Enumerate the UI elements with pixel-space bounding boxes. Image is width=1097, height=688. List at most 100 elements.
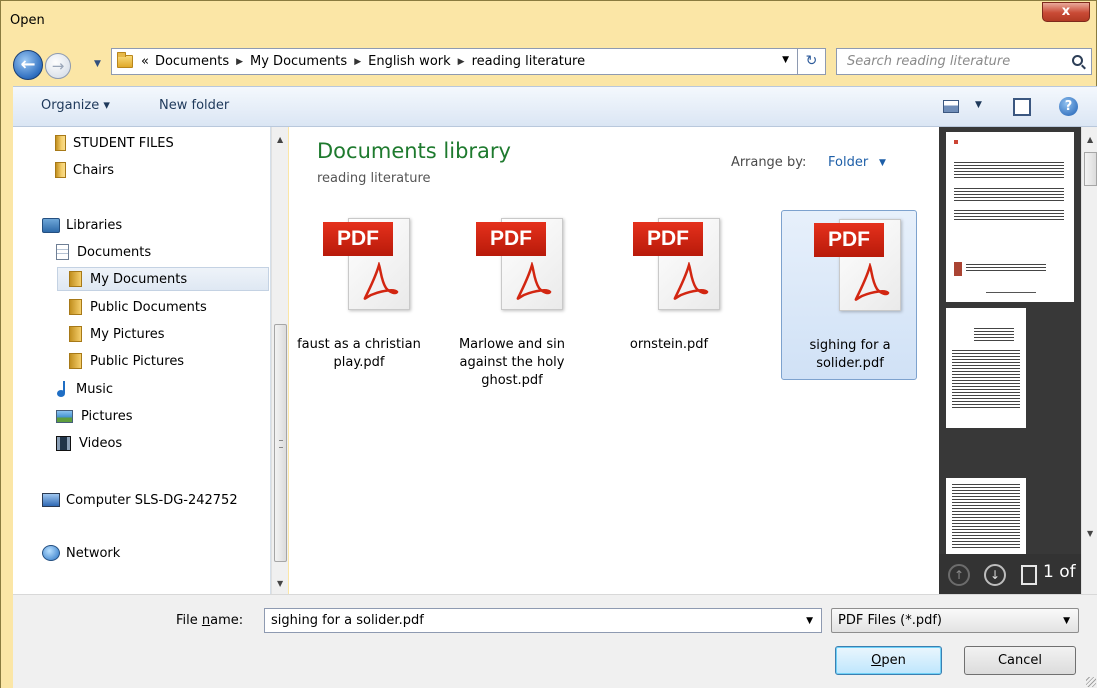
search-input[interactable]: Search reading literature xyxy=(836,48,1092,75)
scroll-up-arrow-icon[interactable]: ▲ xyxy=(1087,135,1093,144)
file-item-selected[interactable]: PDF sighing for a solider.pdf xyxy=(781,210,917,380)
network-icon xyxy=(42,545,60,561)
scroll-thumb[interactable] xyxy=(274,324,287,562)
pdf-badge: PDF xyxy=(476,222,546,256)
library-title: Documents library xyxy=(317,139,511,163)
nav-item-label: Music xyxy=(76,381,113,397)
nav-item-label: Pictures xyxy=(81,408,133,424)
breadcrumb-separator[interactable]: ▶ xyxy=(236,57,243,67)
scroll-down-arrow-icon[interactable]: ▼ xyxy=(277,579,283,588)
cancel-button[interactable]: Cancel xyxy=(964,646,1076,675)
next-page-icon[interactable]: ↓ xyxy=(984,564,1006,586)
pdf-badge: PDF xyxy=(323,222,393,256)
refresh-button[interactable]: ↻ xyxy=(798,48,826,75)
nav-item-student-files[interactable]: STUDENT FILES xyxy=(55,131,174,155)
folder-icon xyxy=(117,52,133,68)
breadcrumb-english-work[interactable]: English work xyxy=(368,54,451,69)
acrobat-icon xyxy=(854,263,890,301)
back-button[interactable]: ← xyxy=(13,50,43,80)
arrange-by-dropdown[interactable]: Folder xyxy=(828,155,868,170)
breadcrumb-reading-literature[interactable]: reading literature xyxy=(472,54,586,69)
close-button[interactable]: x xyxy=(1042,2,1090,22)
chevron-down-icon[interactable]: ▼ xyxy=(806,616,813,626)
preview-text-block xyxy=(974,328,1014,342)
pdf-file-icon: PDF xyxy=(814,219,904,319)
help-icon[interactable]: ? xyxy=(1059,97,1078,116)
scroll-down-arrow-icon[interactable]: ▼ xyxy=(1087,529,1093,538)
file-item[interactable]: PDF Marlowe and sin against the holy gho… xyxy=(444,210,580,388)
nav-item-my-documents[interactable]: My Documents xyxy=(57,267,269,291)
nav-item-libraries[interactable]: Libraries xyxy=(42,213,122,237)
file-item[interactable]: PDF faust as a christian play.pdf xyxy=(291,210,427,380)
preview-footer xyxy=(986,292,1036,293)
views-dropdown-icon[interactable]: ▼ xyxy=(975,100,982,110)
nav-item-music[interactable]: Music xyxy=(56,377,113,401)
nav-item-chairs[interactable]: Chairs xyxy=(55,158,114,182)
breadcrumb-overflow[interactable]: « xyxy=(141,54,149,69)
pdf-file-icon: PDF xyxy=(323,218,413,318)
file-name: sighing for a solider.pdf xyxy=(809,338,891,371)
scroll-thumb[interactable] xyxy=(1084,152,1097,186)
folder-icon xyxy=(69,299,82,315)
chevron-down-icon[interactable]: ▼ xyxy=(879,158,886,168)
recent-locations-dropdown[interactable]: ▼ xyxy=(94,59,101,69)
scroll-up-arrow-icon[interactable]: ▲ xyxy=(277,135,283,144)
page-icon xyxy=(1021,565,1037,585)
window-title: Open xyxy=(10,13,45,28)
nav-item-label: My Pictures xyxy=(90,326,165,342)
grip-icon xyxy=(279,440,283,448)
file-name: Marlowe and sin against the holy ghost.p… xyxy=(458,337,566,388)
nav-item-computer[interactable]: Computer SLS-DG-242752 xyxy=(42,488,238,512)
change-view-icon[interactable] xyxy=(943,100,959,113)
open-button[interactable]: Open xyxy=(835,646,942,675)
file-name: ornstein.pdf xyxy=(629,337,709,352)
pdf-file-icon: PDF xyxy=(633,218,723,318)
file-type-select[interactable]: PDF Files (*.pdf) ▼ xyxy=(831,608,1079,633)
preview-scrollbar[interactable]: ▲ ▼ xyxy=(1081,127,1097,594)
dialog-footer: File name: sighing for a solider.pdf ▼ P… xyxy=(13,594,1097,688)
nav-item-public-documents[interactable]: Public Documents xyxy=(69,295,207,319)
nav-item-documents[interactable]: Documents xyxy=(56,240,151,264)
nav-item-label: Chairs xyxy=(73,162,115,178)
breadcrumb-documents[interactable]: Documents xyxy=(155,54,229,69)
nav-item-label: Libraries xyxy=(66,217,123,233)
folder-icon xyxy=(55,162,66,178)
nav-item-network[interactable]: Network xyxy=(42,541,120,565)
preview-logo xyxy=(954,140,958,144)
nav-item-my-pictures[interactable]: My Pictures xyxy=(69,322,165,346)
navigation-scrollbar[interactable]: ▲ ▼ xyxy=(271,127,288,594)
pdf-badge: PDF xyxy=(814,223,884,257)
file-name-field[interactable]: sighing for a solider.pdf ▼ xyxy=(264,608,822,633)
resize-grip-icon[interactable] xyxy=(1086,677,1096,687)
new-folder-button[interactable]: New folder xyxy=(159,98,229,113)
file-name-label: File name: xyxy=(176,613,243,628)
pictures-icon xyxy=(56,409,73,423)
preview-text-block xyxy=(954,210,1064,222)
nav-item-label: Documents xyxy=(77,244,152,260)
breadcrumb-my-documents[interactable]: My Documents xyxy=(250,54,347,69)
navigation-pane: STUDENT FILES Chairs Libraries Documents… xyxy=(13,127,271,594)
folder-icon xyxy=(69,353,82,369)
address-dropdown[interactable]: ▼ xyxy=(782,55,789,65)
arrange-by-label: Arrange by: xyxy=(731,155,807,170)
breadcrumb-separator[interactable]: ▶ xyxy=(458,57,465,67)
file-item[interactable]: PDF ornstein.pdf xyxy=(601,210,737,380)
address-bar[interactable]: « Documents ▶ My Documents ▶ English wor… xyxy=(111,48,798,75)
previous-page-icon[interactable]: ↑ xyxy=(948,564,970,586)
breadcrumb-separator[interactable]: ▶ xyxy=(354,57,361,67)
chevron-down-icon[interactable]: ▼ xyxy=(1063,616,1070,626)
nav-item-public-pictures[interactable]: Public Pictures xyxy=(69,349,184,373)
nav-item-videos[interactable]: Videos xyxy=(56,431,122,455)
folder-icon xyxy=(69,271,82,287)
libraries-icon xyxy=(42,217,60,233)
nav-item-pictures[interactable]: Pictures xyxy=(56,404,132,428)
folder-icon xyxy=(69,326,82,342)
preview-pane: ↑ ↓ 1 of xyxy=(939,127,1081,594)
search-icon[interactable] xyxy=(1072,55,1083,66)
preview-pane-icon[interactable] xyxy=(1013,98,1031,116)
organize-button[interactable]: Organize ▾ xyxy=(41,98,110,113)
pdf-badge: PDF xyxy=(633,222,703,256)
forward-button[interactable]: → xyxy=(45,53,71,79)
file-name-label-part: ame: xyxy=(210,613,244,628)
preview-page-thumbnail xyxy=(946,308,1026,428)
